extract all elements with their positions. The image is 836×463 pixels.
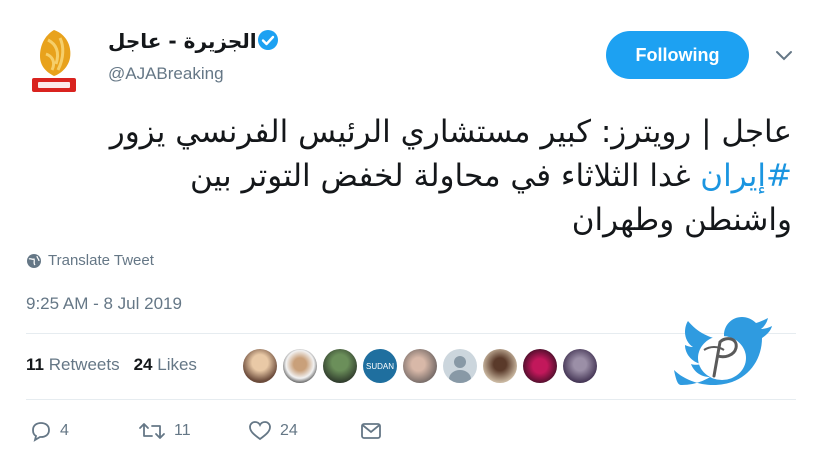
default-avatar-icon[interactable] <box>443 349 477 383</box>
tweet-timestamp[interactable]: 9:25 AM - 8 Jul 2019 <box>26 294 182 314</box>
twitter-bird-watermark-icon <box>664 310 776 402</box>
display-name[interactable]: الجزيرة - عاجل <box>108 29 257 53</box>
retweet-count: 11 <box>174 422 191 439</box>
tweet-line-1: عاجل | رويترز: كبير مستشاري الرئيس الفرن… <box>109 114 792 150</box>
envelope-icon <box>361 423 381 439</box>
avatar-badge-text: SUDAN <box>365 361 394 371</box>
liker-avatar[interactable] <box>563 349 597 383</box>
retweet-icon <box>139 423 165 439</box>
translate-tweet-link[interactable]: Translate Tweet <box>26 252 154 269</box>
heart-icon <box>249 421 271 441</box>
like-count: 24 <box>280 422 298 439</box>
translate-label: Translate Tweet <box>48 252 154 269</box>
tweet-line-2-text: غدا الثلاثاء في محاولة لخفض التوتر بين <box>190 158 691 194</box>
liker-avatar[interactable] <box>403 349 437 383</box>
reply-icon <box>32 422 50 442</box>
account-avatar[interactable] <box>26 24 82 96</box>
tweet-line-2: #إيران غدا الثلاثاء في محاولة لخفض التوت… <box>32 154 792 198</box>
chevron-down-icon[interactable] <box>773 48 795 64</box>
liker-avatar[interactable] <box>283 349 317 383</box>
verified-badge-icon <box>257 29 279 51</box>
liker-avatar[interactable] <box>483 349 517 383</box>
liker-avatar[interactable] <box>523 349 557 383</box>
tweet-line-3: واشنطن وطهران <box>571 202 792 238</box>
liker-avatar[interactable] <box>243 349 277 383</box>
retweets-stat[interactable]: 11 Retweets <box>26 355 120 375</box>
reply-count: 4 <box>60 422 69 439</box>
following-button[interactable]: Following <box>606 31 749 79</box>
reply-button[interactable]: 4 <box>30 420 69 442</box>
tweet-text: عاجل | رويترز: كبير مستشاري الرئيس الفرن… <box>32 110 792 242</box>
liker-avatar[interactable]: SUDAN <box>363 349 397 383</box>
tweet-actions: 4 11 24 <box>30 420 390 448</box>
liker-avatar[interactable] <box>323 349 357 383</box>
liker-avatars: SUDAN <box>243 349 597 383</box>
engagement-stats: 11 Retweets 24 Likes <box>26 355 197 375</box>
user-handle[interactable]: @AJABreaking <box>108 64 224 84</box>
likes-stat[interactable]: 24 Likes <box>134 355 197 375</box>
like-button[interactable]: 24 <box>248 420 298 442</box>
globe-icon <box>27 253 41 268</box>
direct-message-button[interactable] <box>360 420 382 442</box>
retweet-button[interactable]: 11 <box>138 420 191 442</box>
hashtag-link[interactable]: #إيران <box>700 158 792 194</box>
